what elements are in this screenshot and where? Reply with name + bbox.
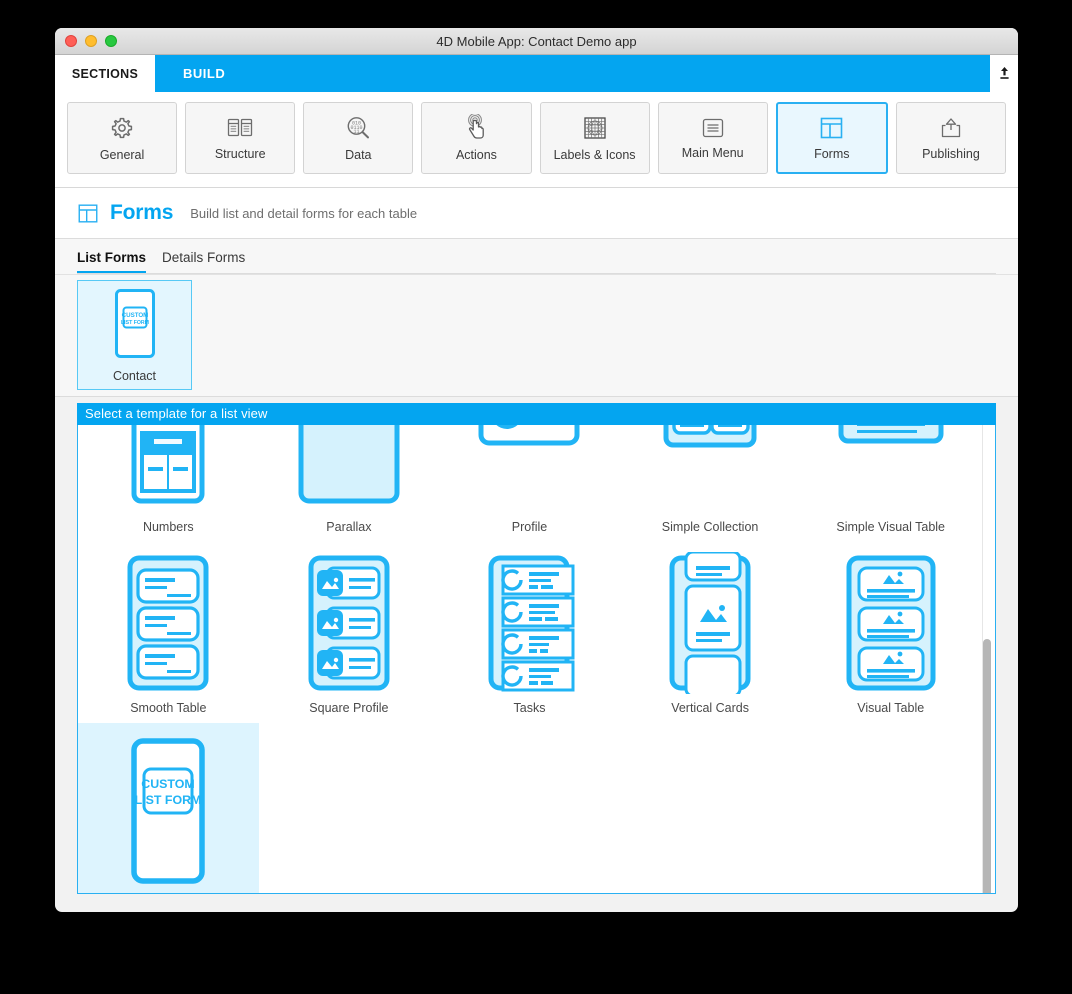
magnifier-binary-icon: 010 0110 11 <box>347 116 369 138</box>
toolbar-button-label: Main Menu <box>681 145 744 160</box>
template-item-simple-visual-table[interactable]: Simple Visual Table <box>800 425 981 542</box>
template-label: Visual Table <box>857 701 925 715</box>
simple-collection-thumb <box>654 425 766 513</box>
sections-bar: SECTIONS BUILD <box>55 55 1018 92</box>
template-gallery-scroll[interactable]: Numbers Parallax Profile Simple Collecti… <box>78 425 995 893</box>
template-item-numbers[interactable]: Numbers <box>78 425 259 542</box>
toolbar-button-label: Actions <box>455 148 497 162</box>
tab-details-forms[interactable]: Details Forms <box>162 250 245 274</box>
template-banner: Select a template for a list view <box>77 403 996 425</box>
window-titlebar: 4D Mobile App: Contact Demo app <box>55 28 1018 55</box>
parallax-thumb <box>293 425 405 513</box>
template-grid-empty-cell <box>439 723 620 893</box>
table-strip: CUSTOM LIST FORM Contact <box>55 275 1018 397</box>
template-label: Numbers <box>142 520 194 534</box>
template-item-square-profile[interactable]: Square Profile <box>259 542 440 723</box>
template-item-custom-list-form[interactable]: CUSTOM LIST FORM Custom List form <box>78 723 259 893</box>
template-item-profile[interactable]: Profile <box>439 425 620 542</box>
template-item-vertical-cards[interactable]: Vertical Cards <box>620 542 801 723</box>
form-type-tabs: List Forms Details Forms <box>55 239 1018 275</box>
gallery-scrollbar[interactable] <box>981 427 992 893</box>
profile-thumb <box>473 425 585 513</box>
square-profile-thumb <box>293 552 405 694</box>
tab-list-forms[interactable]: List Forms <box>77 250 147 274</box>
tab-list-forms-label: List Forms <box>77 250 147 265</box>
gear-icon <box>111 117 133 138</box>
table-card-contact[interactable]: CUSTOM LIST FORM Contact <box>77 280 192 390</box>
template-label: Simple Visual Table <box>836 520 946 534</box>
forms-layout-icon <box>821 117 843 138</box>
toolbar-button-forms[interactable]: Forms <box>775 102 888 174</box>
grid-sphere-icon <box>583 116 606 139</box>
toolbar-button-main-menu[interactable]: Main Menu <box>657 102 768 174</box>
section-toolbar: General Structure 010 0110 11 Data Actio… <box>55 92 1018 188</box>
toolbar-button-label: Structure <box>214 146 266 161</box>
template-label: Tasks <box>513 701 546 715</box>
toolbar-button-label: Forms <box>814 146 850 161</box>
svg-text:11: 11 <box>353 129 359 135</box>
template-grid-empty-cell <box>259 723 440 893</box>
template-label: Vertical Cards <box>671 701 749 715</box>
template-label: Simple Collection <box>661 520 759 534</box>
gallery-scrollbar-thumb[interactable] <box>983 639 991 893</box>
toolbar-button-general[interactable]: General <box>67 102 178 174</box>
app-window: 4D Mobile App: Contact Demo app SECTIONS… <box>55 28 1018 912</box>
tap-hand-icon <box>468 114 485 139</box>
smooth-table-thumb <box>112 552 224 694</box>
page-subtitle: Build list and detail forms for each tab… <box>190 205 418 221</box>
sections-label: SECTIONS <box>71 66 139 81</box>
toolbar-button-label: Data <box>345 147 372 162</box>
template-label: Parallax <box>326 520 372 534</box>
toolbar-button-actions[interactable]: Actions <box>421 102 532 174</box>
toolbar-button-labels-icons[interactable]: Labels & Icons <box>539 102 650 174</box>
toolbar-button-publishing[interactable]: Publishing <box>895 102 1006 174</box>
table-card-label: Contact <box>112 369 157 383</box>
vertical-cards-thumb <box>654 552 766 694</box>
template-grid-empty-cell <box>800 723 981 893</box>
page-header: Forms Build list and detail forms for ea… <box>55 188 1018 239</box>
svg-text:CUSTOM: CUSTOM <box>121 312 148 319</box>
svg-text:LIST FORM: LIST FORM <box>121 320 149 326</box>
custom-list-form-thumb: CUSTOM LIST FORM <box>112 733 224 893</box>
forms-layout-icon <box>78 203 98 223</box>
page-title: Forms <box>110 201 174 224</box>
tasks-thumb <box>473 552 585 694</box>
template-grid-empty-cell <box>620 723 801 893</box>
toolbar-button-data[interactable]: 010 0110 11 Data <box>303 102 414 174</box>
numbers-thumb <box>112 425 224 513</box>
custom-list-form-thumb-icon: CUSTOM LIST FORM <box>114 289 155 358</box>
menu-list-icon <box>702 118 723 137</box>
toolbar-button-label: General <box>99 147 145 162</box>
visual-table-thumb <box>835 552 947 694</box>
template-grid: Numbers Parallax Profile Simple Collecti… <box>78 425 981 893</box>
template-item-parallax[interactable]: Parallax <box>259 425 440 542</box>
template-item-tasks[interactable]: Tasks <box>439 542 620 723</box>
toolbar-button-label: Publishing <box>922 146 980 161</box>
template-label: Smooth Table <box>130 701 207 715</box>
svg-text:CUSTOM: CUSTOM <box>142 777 195 791</box>
toolbar-button-structure[interactable]: Structure <box>185 102 296 174</box>
tab-build[interactable]: BUILD <box>155 55 990 92</box>
simple-visual-thumb <box>835 425 947 513</box>
upload-box-icon <box>941 117 961 137</box>
tab-details-forms-label: Details Forms <box>162 250 246 265</box>
template-item-smooth-table[interactable]: Smooth Table <box>78 542 259 723</box>
window-title: 4D Mobile App: Contact Demo app <box>436 33 637 49</box>
upload-icon[interactable] <box>990 55 1018 92</box>
template-label: Profile <box>511 520 548 534</box>
template-label: Square Profile <box>309 701 389 715</box>
tables-icon <box>228 118 253 136</box>
template-item-simple-collection[interactable]: Simple Collection <box>620 425 801 542</box>
template-gallery: Numbers Parallax Profile Simple Collecti… <box>77 425 996 894</box>
build-tab-label: BUILD <box>183 66 226 81</box>
svg-text:LIST FORM: LIST FORM <box>135 793 202 807</box>
toolbar-button-label: Labels & Icons <box>553 147 636 162</box>
template-item-visual-table[interactable]: Visual Table <box>800 542 981 723</box>
